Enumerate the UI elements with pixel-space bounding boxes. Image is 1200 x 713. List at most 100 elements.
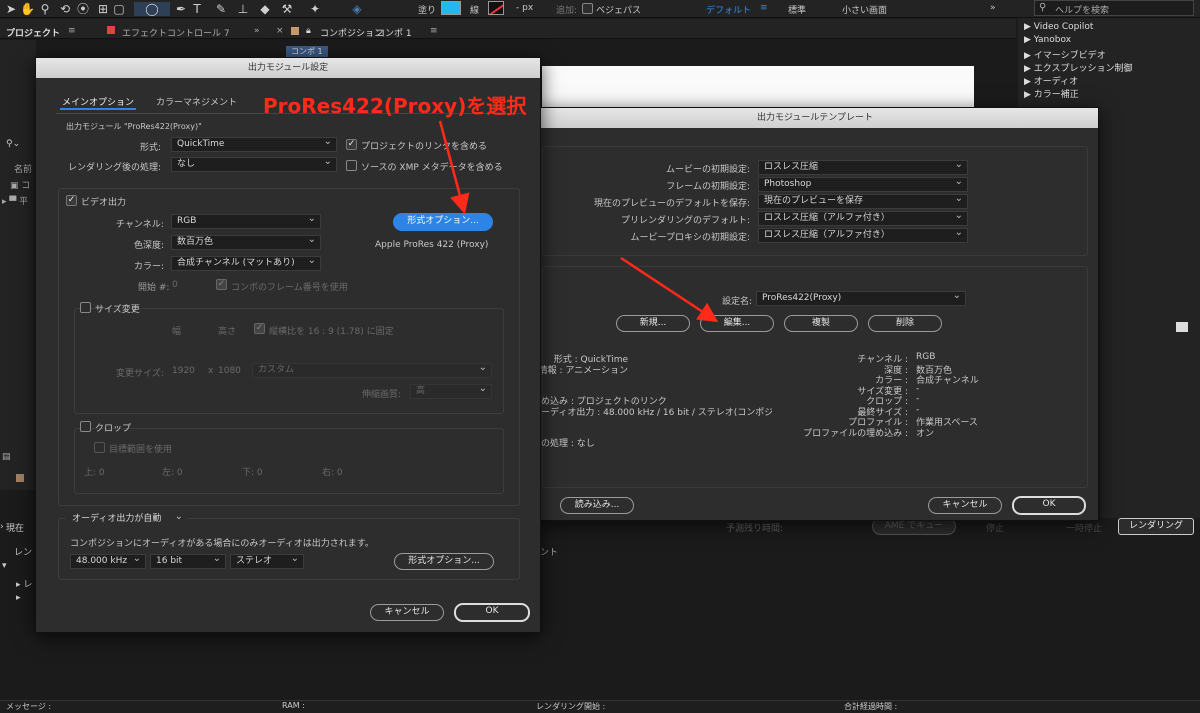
- crop-left[interactable]: 左: 0: [162, 465, 183, 478]
- render-button[interactable]: レンダリング: [1118, 518, 1194, 535]
- template-cancel-button[interactable]: キャンセル: [928, 497, 1002, 514]
- render-expand-icon[interactable]: ▾: [2, 561, 7, 571]
- close-tab-icon[interactable]: ×: [276, 26, 284, 36]
- rect-tool-icon[interactable]: ▢: [112, 2, 126, 16]
- selection-tool-icon[interactable]: ➤: [4, 2, 18, 16]
- audio-rate-select[interactable]: 48.000 kHz: [70, 554, 146, 569]
- tab-composition-prefix[interactable]: コンポジション: [320, 26, 383, 39]
- help-search-box[interactable]: ⚲ ヘルプを検索: [1034, 0, 1194, 16]
- name-column-header[interactable]: 名前: [14, 162, 32, 175]
- composition-menu-icon[interactable]: ≡: [430, 26, 438, 36]
- eraser-tool-icon[interactable]: ◆: [258, 2, 272, 16]
- rotate-tool-icon[interactable]: ⟲: [58, 2, 72, 16]
- audio-bits-select[interactable]: 16 bit: [150, 554, 226, 569]
- template-default-select[interactable]: ロスレス圧縮（アルファ付き）: [758, 228, 968, 243]
- lock-icon[interactable]: 🔒︎: [306, 26, 311, 36]
- effects-category-item[interactable]: ▶ イマーシブビデオ: [1024, 48, 1106, 61]
- resize-preset-select[interactable]: カスタム: [252, 363, 492, 378]
- workspace-standard[interactable]: 標準: [788, 3, 806, 16]
- comp-item-icon[interactable]: ▣ コ: [10, 178, 30, 191]
- right-lower-panel: [1100, 318, 1200, 518]
- more-tabs-icon[interactable]: »: [254, 26, 260, 36]
- workspace-default[interactable]: デフォルト: [706, 3, 751, 16]
- resize-to-height[interactable]: 1080: [218, 366, 241, 376]
- duplicate-button[interactable]: 複製: [784, 315, 858, 332]
- hand-tool-icon[interactable]: ✋: [20, 2, 35, 16]
- expand-icon[interactable]: ›: [0, 522, 4, 532]
- workspace-menu-icon[interactable]: ≡: [760, 3, 768, 13]
- stroke-color-swatch[interactable]: [488, 1, 504, 15]
- audio-format-options-button[interactable]: 形式オプション...: [394, 553, 494, 570]
- quality-select[interactable]: 高: [410, 384, 492, 399]
- comp-subtab[interactable]: コンポ 1: [286, 46, 328, 57]
- tab-main-options[interactable]: メインオプション: [62, 95, 134, 108]
- effects-category-item[interactable]: ▶ オーディオ: [1024, 74, 1078, 87]
- brush-tool-icon[interactable]: ✎: [214, 2, 228, 16]
- use-comp-frame-checkbox[interactable]: ✓: [216, 279, 227, 290]
- render-row-1-icon[interactable]: ▸ レ: [16, 577, 32, 590]
- xmp-checkbox[interactable]: [346, 160, 357, 171]
- bezier-checkbox[interactable]: [582, 3, 593, 14]
- crop-right[interactable]: 右: 0: [322, 465, 343, 478]
- audio-output-select[interactable]: オーディオ出力が自動: [66, 512, 188, 527]
- stamp-tool-icon[interactable]: ⊥: [236, 2, 250, 16]
- tab-effect-controls[interactable]: エフェクトコントロール 7: [122, 26, 230, 39]
- resize-checkbox[interactable]: [80, 302, 91, 313]
- edit-button[interactable]: 編集...: [700, 315, 774, 332]
- stop-button[interactable]: 停止: [986, 521, 1004, 534]
- color-select[interactable]: 合成チャンネル (マットあり): [171, 256, 321, 271]
- crop-bottom[interactable]: 下: 0: [242, 465, 263, 478]
- fill-color-swatch[interactable]: [441, 1, 461, 15]
- project-search-icon[interactable]: ⚲⌄: [6, 139, 20, 149]
- lock-aspect-checkbox[interactable]: ✓: [254, 323, 265, 334]
- template-default-select[interactable]: 現在のプレビューを保存: [758, 194, 968, 209]
- post-render-select[interactable]: なし: [171, 157, 337, 172]
- audio-channels-select[interactable]: ステレオ: [230, 554, 304, 569]
- depth-select[interactable]: 数百万色: [171, 235, 321, 250]
- ellipse-tool-icon[interactable]: ◯: [134, 2, 170, 16]
- settings-cancel-button[interactable]: キャンセル: [370, 604, 444, 621]
- render-row-2-icon[interactable]: ▸: [16, 593, 21, 603]
- new-folder-icon[interactable]: [1176, 322, 1188, 332]
- tab-color-management[interactable]: カラーマネジメント: [156, 95, 237, 108]
- project-menu-icon[interactable]: ≡: [68, 26, 76, 36]
- template-default-select[interactable]: ロスレス圧縮（アルファ付き）: [758, 211, 968, 226]
- channel-select[interactable]: RGB: [171, 214, 321, 229]
- zoom-tool-icon[interactable]: ⚲: [38, 2, 52, 16]
- effects-category-item[interactable]: ▶ Video Copilot: [1024, 22, 1093, 32]
- video-output-checkbox[interactable]: ✓: [66, 195, 77, 206]
- delete-button[interactable]: 削除: [868, 315, 942, 332]
- start-value[interactable]: 0: [172, 280, 178, 290]
- effects-category-item[interactable]: ▶ エクスプレッション制御: [1024, 61, 1133, 74]
- template-default-select[interactable]: ロスレス圧縮: [758, 160, 968, 175]
- workspace-small-screen[interactable]: 小さい画面: [842, 3, 887, 16]
- more-workspaces-icon[interactable]: »: [990, 3, 996, 13]
- format-select[interactable]: QuickTime: [171, 137, 337, 152]
- type-tool-icon[interactable]: T: [190, 2, 204, 16]
- folder-item-icon[interactable]: ▸ ▀ 平: [2, 194, 28, 207]
- project-link-checkbox[interactable]: ✓: [346, 139, 357, 150]
- snap-toggle-icon[interactable]: ◈: [350, 2, 364, 16]
- pan-behind-tool-icon[interactable]: ⊞: [96, 2, 110, 16]
- roto-brush-icon[interactable]: ⚒: [280, 2, 294, 16]
- settings-name-select[interactable]: ProRes422(Proxy): [756, 291, 966, 306]
- effects-category-item[interactable]: ▶ カラー補正: [1024, 87, 1079, 100]
- pen-tool-icon[interactable]: ✒: [174, 2, 188, 16]
- resize-to-width[interactable]: 1920: [172, 366, 195, 376]
- crop-checkbox[interactable]: [80, 421, 91, 432]
- puppet-pin-icon[interactable]: ✦: [308, 2, 322, 16]
- tab-project[interactable]: プロジェクト: [6, 26, 60, 39]
- template-default-select[interactable]: Photoshop: [758, 177, 968, 192]
- settings-ok-button[interactable]: OK: [454, 603, 530, 622]
- template-ok-button[interactable]: OK: [1012, 496, 1086, 515]
- crop-top[interactable]: 上: 0: [84, 465, 105, 478]
- effects-category-item[interactable]: ▶ Yanobox: [1024, 35, 1071, 45]
- pause-button[interactable]: 一時停止: [1066, 521, 1102, 534]
- new-button[interactable]: 新規...: [616, 315, 690, 332]
- use-roi-checkbox[interactable]: [94, 442, 105, 453]
- tab-composition-name[interactable]: コンポ 1: [376, 26, 412, 39]
- load-button[interactable]: 読み込み...: [560, 497, 634, 514]
- format-options-button[interactable]: 形式オプション...: [393, 213, 493, 231]
- interpret-icon[interactable]: ▤: [2, 452, 11, 462]
- camera-tool-icon[interactable]: ⦿: [76, 2, 90, 16]
